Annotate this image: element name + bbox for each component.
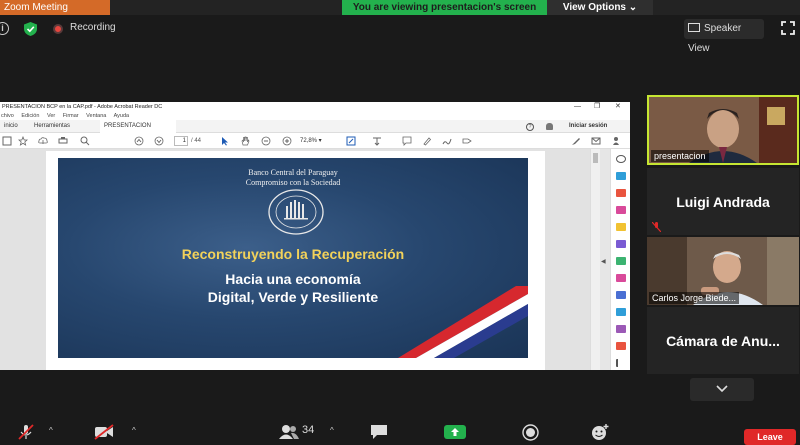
tab-herramientas[interactable]: Herramientas xyxy=(30,120,74,133)
screen-share-banner: You are viewing presentacion's screen xyxy=(342,0,547,15)
zoom-out-icon[interactable] xyxy=(261,136,271,146)
app-title: Zoom Meeting xyxy=(0,0,110,15)
help-icon[interactable]: ? xyxy=(526,123,534,131)
muted-mic-icon xyxy=(652,222,661,232)
acrobat-toolbar: 1 / 44 72,8% ▾ xyxy=(0,133,630,149)
participant-name: Carlos Jorge Biede... xyxy=(649,292,740,304)
notifications-bell-icon[interactable] xyxy=(546,123,553,130)
page-down-icon[interactable] xyxy=(154,136,164,146)
participant-tile-camara[interactable]: Cámara de Anu... xyxy=(647,307,799,374)
tool-organize-icon[interactable] xyxy=(616,257,626,265)
tab-document[interactable]: PRESENTACION BC...× xyxy=(100,120,176,142)
meeting-top-bar: i Recording Speaker View xyxy=(0,15,800,54)
tool-send-sign-icon[interactable] xyxy=(616,325,626,333)
vertical-scrollbar[interactable] xyxy=(590,149,600,370)
menu-ver[interactable]: Ver xyxy=(47,113,55,119)
chat-icon[interactable] xyxy=(370,424,388,440)
acrobat-menu-bar: chivo Edición Ver Firmar Ventana Ayuda xyxy=(0,112,630,120)
security-shield-icon[interactable] xyxy=(24,22,37,36)
tool-fill-sign-icon[interactable] xyxy=(616,274,626,282)
search-icon[interactable] xyxy=(80,136,90,146)
share-user-icon[interactable] xyxy=(612,136,622,146)
presentation-slide: Banco Central del Paraguay Compromiso co… xyxy=(58,158,528,358)
scroll-mode-icon[interactable] xyxy=(372,136,382,146)
tab-inicio[interactable]: inicio xyxy=(0,120,22,133)
menu-archivo[interactable]: chivo xyxy=(1,113,14,119)
record-icon[interactable] xyxy=(522,424,539,441)
comment-icon[interactable] xyxy=(402,136,412,146)
participant-tile-presentacion[interactable]: presentacion xyxy=(647,95,799,165)
fit-page-icon[interactable] xyxy=(346,136,356,146)
participant-name: presentacion xyxy=(651,150,709,162)
print-icon[interactable] xyxy=(58,136,68,146)
tool-more-icon[interactable] xyxy=(616,342,626,350)
tool-comment-icon[interactable] xyxy=(616,223,626,231)
audio-options-caret[interactable]: ^ xyxy=(49,426,53,435)
upload-cloud-icon[interactable] xyxy=(38,136,48,146)
page-up-icon[interactable] xyxy=(134,136,144,146)
tool-optimize-icon[interactable] xyxy=(616,308,626,316)
stop-video-icon[interactable] xyxy=(94,424,114,440)
view-options-button[interactable]: View Options ⌄ xyxy=(547,0,653,15)
chevron-down-icon xyxy=(716,385,728,393)
collapse-panel-arrow-icon[interactable]: ◀ xyxy=(601,258,606,265)
scrollbar-thumb[interactable] xyxy=(593,153,598,163)
maximize-button[interactable]: ❐ xyxy=(594,102,600,112)
menu-ayuda[interactable]: Ayuda xyxy=(114,113,130,119)
participant-count: 34 xyxy=(302,424,315,436)
paraguay-flag-stripes xyxy=(398,286,528,358)
participant-tile-luigi[interactable]: Luigi Andrada xyxy=(647,168,799,235)
zoom-title-bar: Zoom Meeting You are viewing presentacio… xyxy=(0,0,800,15)
minimize-button[interactable]: — xyxy=(574,102,581,112)
bookmark-star-icon[interactable] xyxy=(18,136,28,146)
recording-label: Recording xyxy=(70,22,116,33)
tool-export-pdf-icon[interactable] xyxy=(616,172,626,180)
recording-dot-icon xyxy=(53,24,63,34)
draw-icon[interactable] xyxy=(442,136,452,146)
share-screen-icon[interactable] xyxy=(444,424,466,440)
participants-options-caret[interactable]: ^ xyxy=(330,426,334,435)
tool-collapse-icon[interactable] xyxy=(616,359,626,367)
zoom-level-select[interactable]: 72,8% ▾ xyxy=(300,136,322,146)
acrobat-tools-panel xyxy=(610,149,630,370)
hand-tool-icon[interactable] xyxy=(240,136,250,146)
participants-icon[interactable] xyxy=(278,424,300,440)
sign-pen-icon[interactable] xyxy=(571,136,581,146)
highlight-pen-icon[interactable] xyxy=(422,136,432,146)
tool-combine-icon[interactable] xyxy=(616,240,626,248)
meeting-control-bar: ^ ^ 34 ^ Leave xyxy=(0,418,800,445)
participant-name: Cámara de Anu... xyxy=(666,333,780,349)
save-icon[interactable] xyxy=(2,136,12,146)
tool-edit-pdf-icon[interactable] xyxy=(616,206,626,214)
participant-name: Luigi Andrada xyxy=(676,194,770,210)
menu-ventana[interactable]: Ventana xyxy=(86,113,106,119)
mute-mic-icon[interactable] xyxy=(18,424,34,440)
reactions-icon[interactable] xyxy=(591,424,609,441)
fill-sign-icon[interactable] xyxy=(462,136,472,146)
speaker-view-button[interactable]: Speaker View xyxy=(684,19,764,54)
acrobat-title: PRESENTACION BCP en la CAP.pdf - Adobe A… xyxy=(0,102,630,112)
scroll-participants-down-button[interactable] xyxy=(690,378,754,401)
zoom-in-icon[interactable] xyxy=(282,136,292,146)
sign-in-button[interactable]: Iniciar sesión xyxy=(569,120,607,133)
tool-create-pdf-icon[interactable] xyxy=(616,189,626,197)
leave-meeting-button[interactable]: Leave xyxy=(744,429,796,445)
page-number-input[interactable]: 1 xyxy=(174,136,188,146)
select-cursor-icon[interactable] xyxy=(220,136,230,146)
fullscreen-icon[interactable] xyxy=(781,21,795,35)
mail-icon[interactable] xyxy=(591,136,601,146)
menu-firmar[interactable]: Firmar xyxy=(63,113,79,119)
info-icon[interactable]: i xyxy=(0,22,9,35)
video-options-caret[interactable]: ^ xyxy=(132,426,136,435)
close-window-button[interactable]: ✕ xyxy=(615,102,621,112)
acrobat-tab-bar: inicio Herramientas PRESENTACION BC...× … xyxy=(0,120,630,142)
tool-search-icon[interactable] xyxy=(616,155,626,163)
tool-protect-icon[interactable] xyxy=(616,291,626,299)
page-count: / 44 xyxy=(191,138,202,144)
speaker-view-icon xyxy=(688,23,700,32)
participant-tile-carlos[interactable]: Carlos Jorge Biede... xyxy=(647,237,799,305)
menu-edicion[interactable]: Edición xyxy=(21,113,39,119)
